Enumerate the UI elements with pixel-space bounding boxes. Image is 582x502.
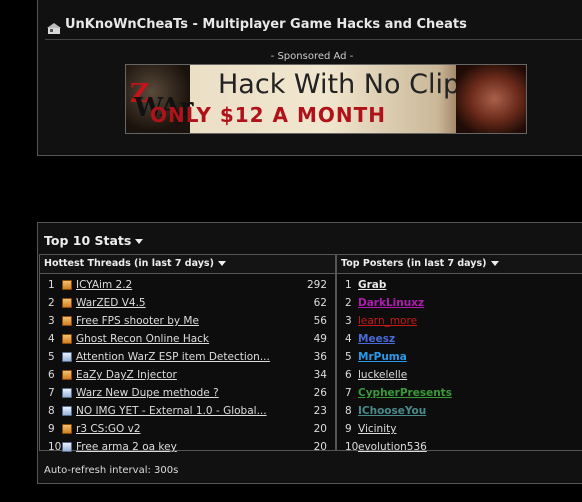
post-count: 20 [313, 441, 327, 453]
poster-row: 9 Vicinity [337, 420, 582, 438]
home-icon [47, 20, 61, 39]
post-count: 26 [313, 387, 327, 399]
rank-number: 8 [48, 405, 55, 417]
thread-link[interactable]: Free arma 2 oa key [76, 438, 177, 456]
thread-row: 5 Attention WarZ ESP item Detection... 36 [40, 348, 335, 366]
chevron-down-icon[interactable] [135, 239, 144, 244]
thread-icon [62, 424, 72, 434]
poster-row: 3 learn_more [337, 312, 582, 330]
autorefresh-interval: Auto-refresh interval: 300s [44, 465, 179, 476]
poster-link[interactable]: Meesz [358, 330, 395, 348]
thread-link[interactable]: r3 CS:GO v2 [76, 420, 141, 438]
header-panel: UnKnoWnCheaTs - Multiplayer Game Hacks a… [37, 0, 582, 156]
posters-header[interactable]: Top Posters (in last 7 days) [337, 255, 582, 274]
rank-number: 8 [345, 405, 352, 417]
rank-number: 3 [345, 315, 352, 327]
poster-link[interactable]: Vicinity [358, 420, 396, 438]
thread-icon [62, 280, 72, 290]
poster-row: 4 Meesz [337, 330, 582, 348]
poster-row: 7 CypherPresents [337, 384, 582, 402]
site-title-row: UnKnoWnCheaTs - Multiplayer Game Hacks a… [45, 15, 582, 40]
thread-row: 3 Free FPS shooter by Me 56 [40, 312, 335, 330]
thread-link[interactable]: EaZy DayZ Injector [76, 366, 177, 384]
poster-link[interactable]: evolution536 [358, 438, 427, 456]
poster-row: 10 evolution536 [337, 438, 582, 456]
top-10-stats-panel: Top 10 Stats Hottest Threads (in last 7 … [37, 222, 582, 484]
rank-number: 5 [48, 351, 55, 363]
post-count: 36 [313, 351, 327, 363]
zombie-image [456, 65, 526, 133]
thread-icon [62, 316, 72, 326]
post-count: 20 [313, 423, 327, 435]
stats-title[interactable]: Top 10 Stats [44, 233, 144, 248]
poster-row: 6 luckelelle [337, 366, 582, 384]
thread-icon [62, 352, 72, 362]
rank-number: 10 [345, 441, 359, 453]
rank-number: 6 [345, 369, 352, 381]
thread-link[interactable]: Warz New Dupe methode ? [76, 384, 219, 402]
banner-price: ONLY $12 A MONTH [150, 103, 386, 127]
sponsored-label: - Sponsored Ad - [270, 51, 354, 62]
post-count: 23 [313, 405, 327, 417]
post-count: 292 [306, 279, 327, 291]
post-count: 49 [313, 333, 327, 345]
rank-number: 4 [48, 333, 55, 345]
rank-number: 7 [48, 387, 55, 399]
thread-link[interactable]: Ghost Recon Online Hack [76, 330, 209, 348]
rank-number: 9 [48, 423, 55, 435]
thread-icon [62, 388, 72, 398]
rank-number: 7 [345, 387, 352, 399]
poster-link[interactable]: IChooseYou [358, 402, 426, 420]
banner-headline: Hack With No Clip [218, 69, 461, 100]
poster-row: 2 DarkLinuxz [337, 294, 582, 312]
poster-row: 5 MrPuma [337, 348, 582, 366]
poster-link[interactable]: Grab [358, 276, 386, 294]
poster-link[interactable]: CypherPresents [358, 384, 452, 402]
thread-row: 6 EaZy DayZ Injector 34 [40, 366, 335, 384]
thread-row: 4 Ghost Recon Online Hack 49 [40, 330, 335, 348]
poster-link[interactable]: DarkLinuxz [358, 294, 424, 312]
rank-number: 1 [345, 279, 352, 291]
post-count: 56 [313, 315, 327, 327]
thread-row: 10 Free arma 2 oa key 20 [40, 438, 335, 456]
poster-link[interactable]: luckelelle [358, 366, 407, 384]
hottest-threads-column: Hottest Threads (in last 7 days) 1 ICYAim… [39, 254, 336, 453]
rank-number: 3 [48, 315, 55, 327]
poster-row: 8 IChooseYou [337, 402, 582, 420]
rank-number: 1 [48, 279, 55, 291]
rank-number: 9 [345, 423, 352, 435]
rank-number: 4 [345, 333, 352, 345]
thread-row: 2 WarZED V4.5 62 [40, 294, 335, 312]
thread-icon [62, 370, 72, 380]
chevron-down-icon[interactable] [217, 261, 226, 266]
top-posters-column: Top Posters (in last 7 days) 1 Grab 2 DarkL… [336, 254, 582, 453]
rank-number: 2 [48, 297, 55, 309]
poster-link[interactable]: learn_more [358, 312, 417, 330]
thread-link[interactable]: WarZED V4.5 [76, 294, 146, 312]
rank-number: 5 [345, 351, 352, 363]
thread-row: 7 Warz New Dupe methode ? 26 [40, 384, 335, 402]
thread-row: 9 r3 CS:GO v2 20 [40, 420, 335, 438]
chevron-down-icon[interactable] [490, 261, 499, 266]
thread-link[interactable]: Free FPS shooter by Me [76, 312, 199, 330]
rank-number: 2 [345, 297, 352, 309]
rank-number: 10 [48, 441, 62, 453]
thread-link[interactable]: Attention WarZ ESP item Detection... [76, 348, 270, 366]
post-count: 62 [313, 297, 327, 309]
thread-icon [62, 334, 72, 344]
thread-row: 8 NO IMG YET - External 1.0 - Global... 23 [40, 402, 335, 420]
thread-icon [62, 442, 72, 452]
poster-link[interactable]: MrPuma [358, 348, 407, 366]
threads-header[interactable]: Hottest Threads (in last 7 days) [40, 255, 335, 274]
thread-link[interactable]: NO IMG YET - External 1.0 - Global... [76, 402, 267, 420]
sponsored-ad-banner[interactable]: WAr Z Hack With No Clip ONLY $12 A MONTH [125, 64, 527, 134]
site-title[interactable]: UnKnoWnCheaTs - Multiplayer Game Hacks a… [65, 17, 467, 32]
thread-row: 1 ICYAim 2.2 292 [40, 276, 335, 294]
post-count: 34 [313, 369, 327, 381]
poster-row: 1 Grab [337, 276, 582, 294]
thread-icon [62, 298, 72, 308]
thread-link[interactable]: ICYAim 2.2 [76, 276, 132, 294]
thread-icon [62, 406, 72, 416]
rank-number: 6 [48, 369, 55, 381]
